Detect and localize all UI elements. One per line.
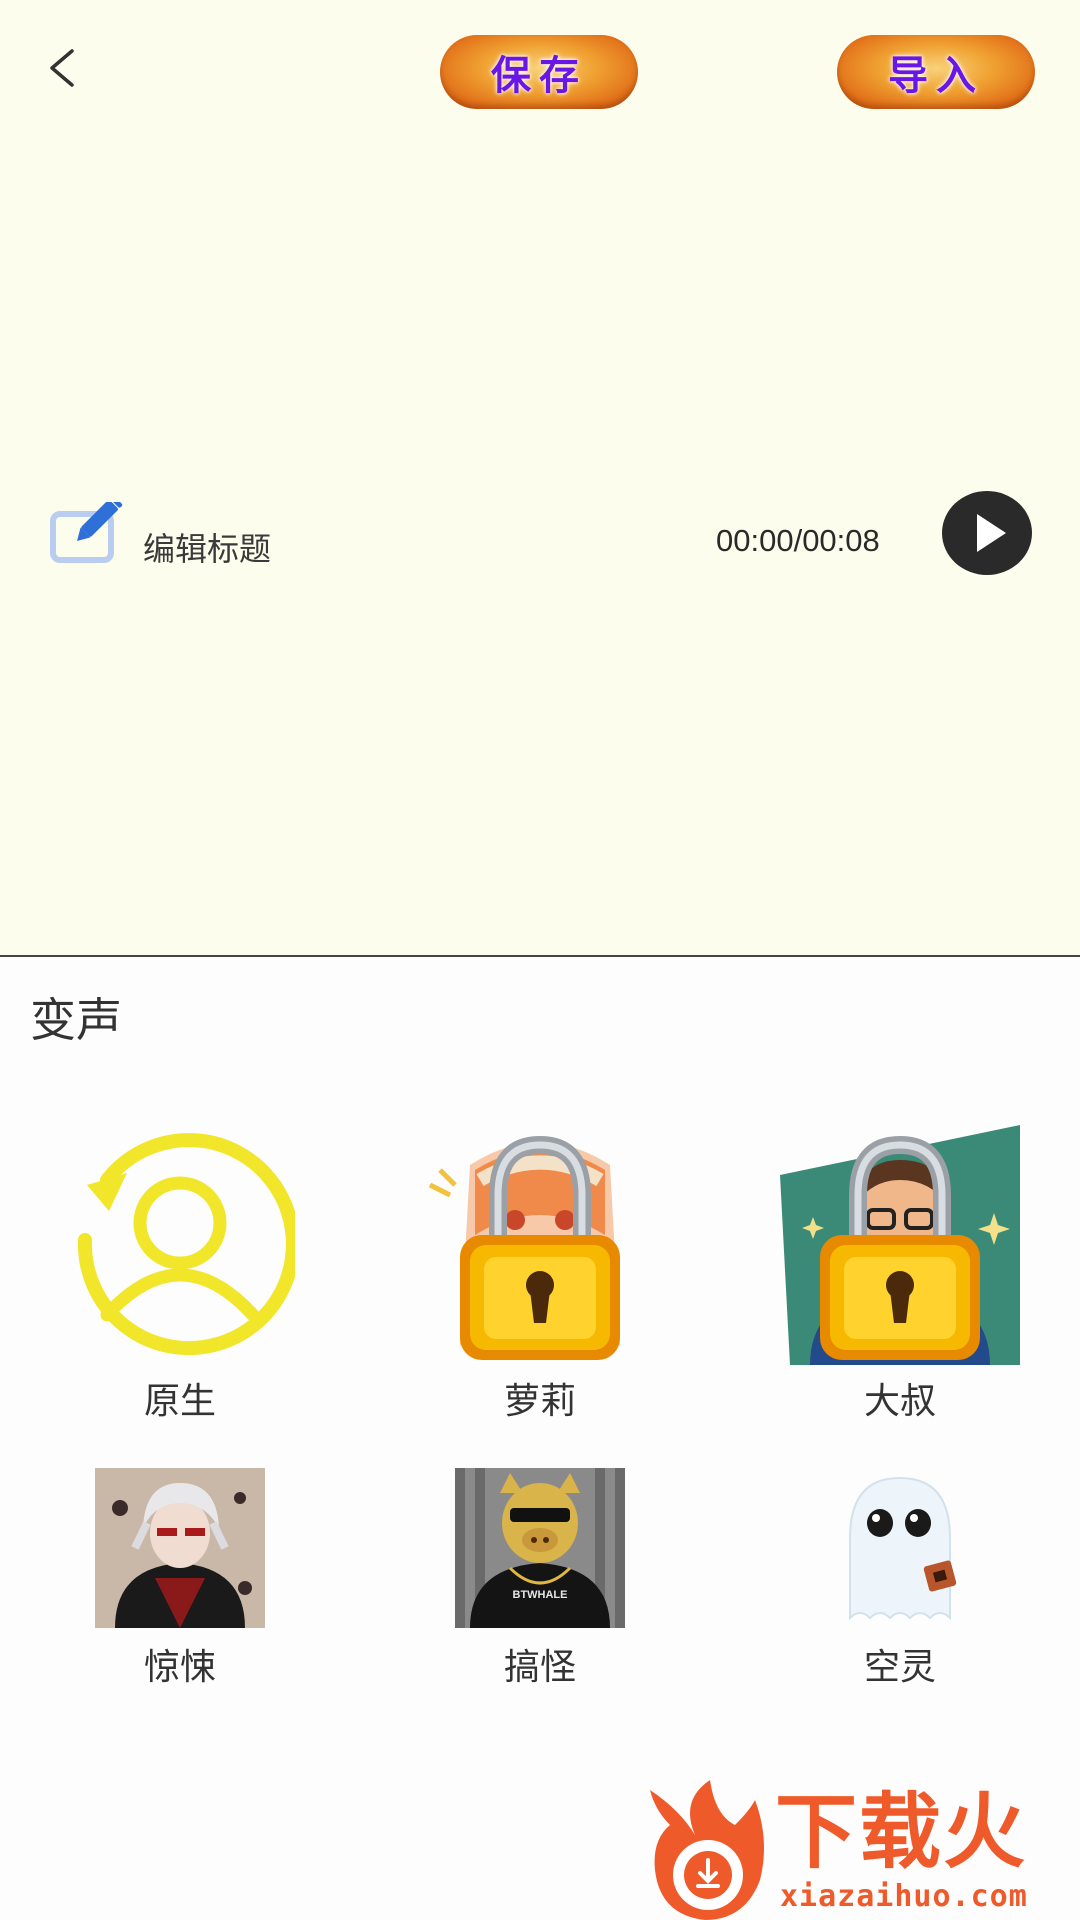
voice-label: 惊悚 bbox=[143, 1647, 216, 1688]
import-button[interactable]: 导入 bbox=[837, 35, 1035, 109]
voice-item-ethereal[interactable]: 空灵 bbox=[750, 1468, 1050, 1698]
voice-label: 大叔 bbox=[863, 1381, 936, 1422]
voice-item-thriller[interactable]: 惊悚 bbox=[30, 1468, 330, 1698]
flame-logo-icon bbox=[650, 1780, 764, 1920]
watermark-url: xiazaihuo.com bbox=[780, 1879, 1028, 1914]
voice-item-original[interactable]: 原生 bbox=[30, 1125, 330, 1430]
voice-label: 原生 bbox=[143, 1381, 216, 1422]
edit-title-label[interactable]: 编辑标题 bbox=[143, 528, 271, 570]
playback-time: 00:00/00:08 bbox=[716, 523, 880, 558]
editor-area: 保存 导入 编辑标题 00:00/00:08 bbox=[0, 0, 1080, 955]
save-button[interactable]: 保存 bbox=[440, 35, 638, 109]
back-arrow-icon[interactable] bbox=[40, 45, 86, 91]
edit-icon[interactable] bbox=[50, 502, 124, 564]
funny-pig-avatar: BTWHALE bbox=[455, 1468, 625, 1628]
voice-panel bbox=[0, 957, 1080, 1920]
voice-label: 萝莉 bbox=[503, 1381, 576, 1422]
thriller-avatar bbox=[95, 1468, 265, 1628]
voice-item-uncle[interactable]: 大叔 bbox=[750, 1125, 1050, 1430]
voice-label: 空灵 bbox=[863, 1647, 936, 1688]
voice-item-funny[interactable]: BTWHALE 搞怪 bbox=[390, 1468, 690, 1698]
voice-label: 搞怪 bbox=[503, 1647, 576, 1688]
watermark-title: 下载火 bbox=[775, 1785, 1028, 1880]
voice-item-loli[interactable]: 萝莉 bbox=[390, 1125, 690, 1430]
loli-avatar bbox=[428, 1135, 620, 1360]
ghost-avatar bbox=[849, 1476, 957, 1621]
svg-text:BTWHALE: BTWHALE bbox=[513, 1589, 568, 1601]
play-icon[interactable] bbox=[941, 490, 1033, 576]
uncle-avatar bbox=[780, 1125, 1020, 1365]
original-voice-icon bbox=[77, 1133, 295, 1355]
watermark: 下载火 xiazaihuo.com bbox=[640, 1780, 1080, 1920]
panel-title: 变声 bbox=[30, 993, 122, 1047]
